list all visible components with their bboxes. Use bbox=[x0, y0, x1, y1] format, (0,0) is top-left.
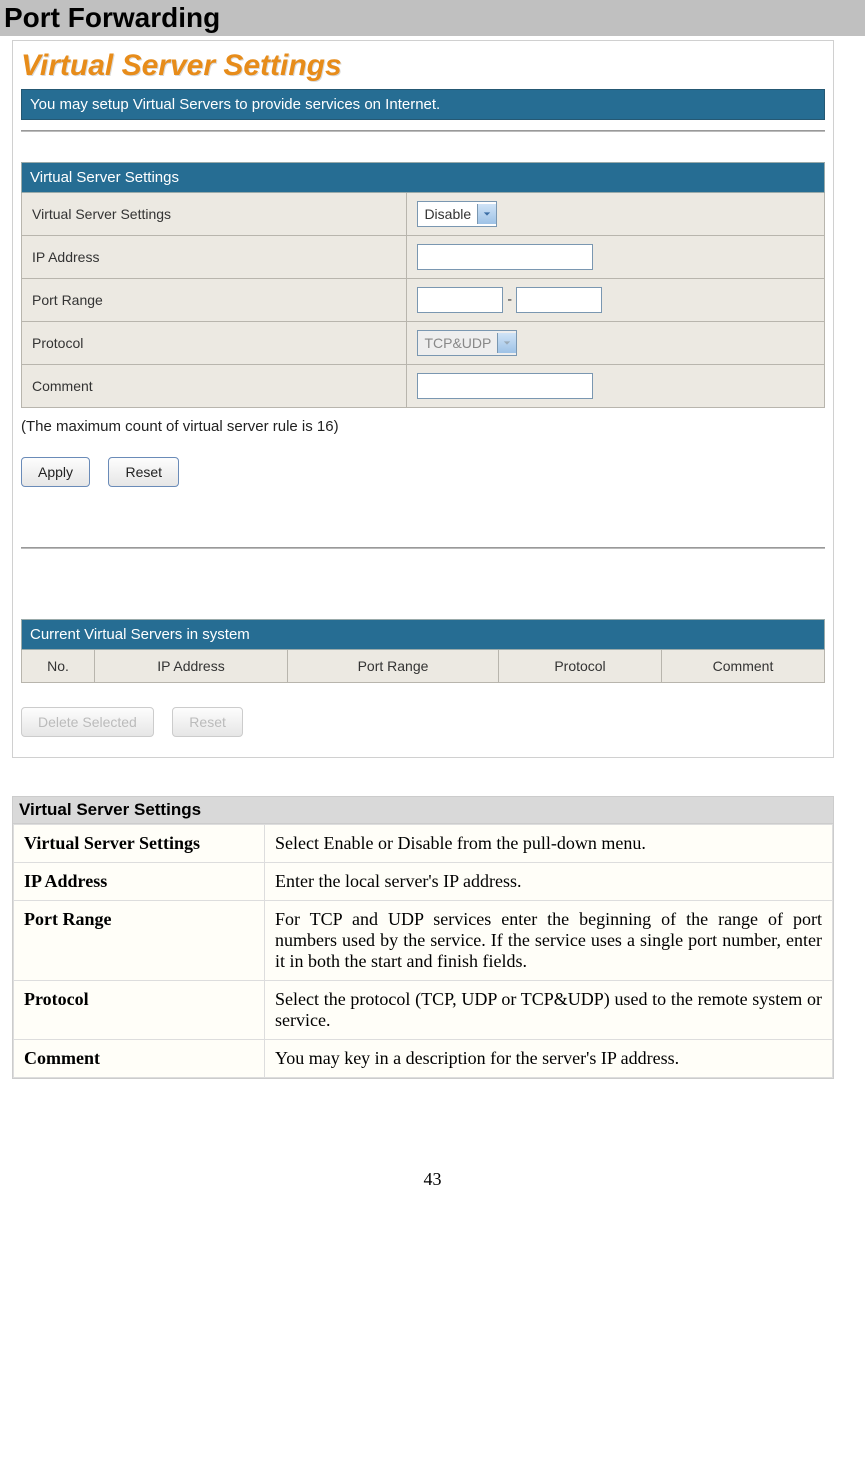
vss-label: Virtual Server Settings bbox=[22, 193, 407, 236]
help-desc: Select the protocol (TCP, UDP or TCP&UDP… bbox=[265, 981, 833, 1040]
reset-list-button[interactable]: Reset bbox=[172, 707, 243, 737]
settings-heading: Virtual Server Settings bbox=[21, 49, 825, 83]
protocol-label: Protocol bbox=[22, 322, 407, 365]
form-section-header: Virtual Server Settings bbox=[22, 163, 825, 193]
settings-panel: Virtual Server Settings You may setup Vi… bbox=[12, 40, 834, 758]
page-title: Port Forwarding bbox=[0, 0, 865, 36]
help-label: Comment bbox=[14, 1040, 265, 1078]
vss-select[interactable]: Disable bbox=[417, 201, 497, 227]
help-row: Port Range For TCP and UDP services ente… bbox=[14, 901, 833, 981]
help-desc: You may key in a description for the ser… bbox=[265, 1040, 833, 1078]
chevron-down-icon bbox=[497, 333, 516, 353]
settings-form: Virtual Server Settings Virtual Server S… bbox=[21, 162, 825, 408]
port-range-label: Port Range bbox=[22, 279, 407, 322]
page-number: 43 bbox=[0, 1169, 865, 1200]
divider bbox=[21, 547, 825, 549]
help-label: Virtual Server Settings bbox=[14, 825, 265, 863]
help-section: Virtual Server Settings Virtual Server S… bbox=[12, 796, 834, 1079]
protocol-select-value: TCP&UDP bbox=[418, 335, 497, 351]
help-row: Virtual Server Settings Select Enable or… bbox=[14, 825, 833, 863]
delete-selected-button[interactable]: Delete Selected bbox=[21, 707, 154, 737]
help-row: Protocol Select the protocol (TCP, UDP o… bbox=[14, 981, 833, 1040]
col-ip: IP Address bbox=[95, 650, 288, 683]
help-label: Protocol bbox=[14, 981, 265, 1040]
reset-button[interactable]: Reset bbox=[108, 457, 179, 487]
current-servers-table: Current Virtual Servers in system No. IP… bbox=[21, 619, 825, 683]
help-label: IP Address bbox=[14, 863, 265, 901]
help-desc: For TCP and UDP services enter the begin… bbox=[265, 901, 833, 981]
col-protocol: Protocol bbox=[499, 650, 662, 683]
info-bar: You may setup Virtual Servers to provide… bbox=[21, 89, 825, 120]
protocol-select[interactable]: TCP&UDP bbox=[417, 330, 517, 356]
help-desc: Select Enable or Disable from the pull-d… bbox=[265, 825, 833, 863]
chevron-down-icon bbox=[477, 204, 496, 224]
max-rule-note: (The maximum count of virtual server rul… bbox=[21, 418, 825, 435]
col-port-range: Port Range bbox=[288, 650, 499, 683]
current-header: Current Virtual Servers in system bbox=[22, 620, 825, 650]
vss-select-value: Disable bbox=[418, 206, 477, 222]
help-label: Port Range bbox=[14, 901, 265, 981]
ip-input[interactable] bbox=[417, 244, 593, 270]
help-desc: Enter the local server's IP address. bbox=[265, 863, 833, 901]
comment-input[interactable] bbox=[417, 373, 593, 399]
col-comment: Comment bbox=[662, 650, 825, 683]
divider bbox=[21, 130, 825, 132]
help-row: IP Address Enter the local server's IP a… bbox=[14, 863, 833, 901]
help-title: Virtual Server Settings bbox=[13, 797, 833, 824]
port-start-input[interactable] bbox=[417, 287, 503, 313]
port-range-separator: - bbox=[507, 291, 512, 307]
comment-label: Comment bbox=[22, 365, 407, 408]
apply-button[interactable]: Apply bbox=[21, 457, 90, 487]
col-no: No. bbox=[22, 650, 95, 683]
help-row: Comment You may key in a description for… bbox=[14, 1040, 833, 1078]
port-end-input[interactable] bbox=[516, 287, 602, 313]
ip-label: IP Address bbox=[22, 236, 407, 279]
